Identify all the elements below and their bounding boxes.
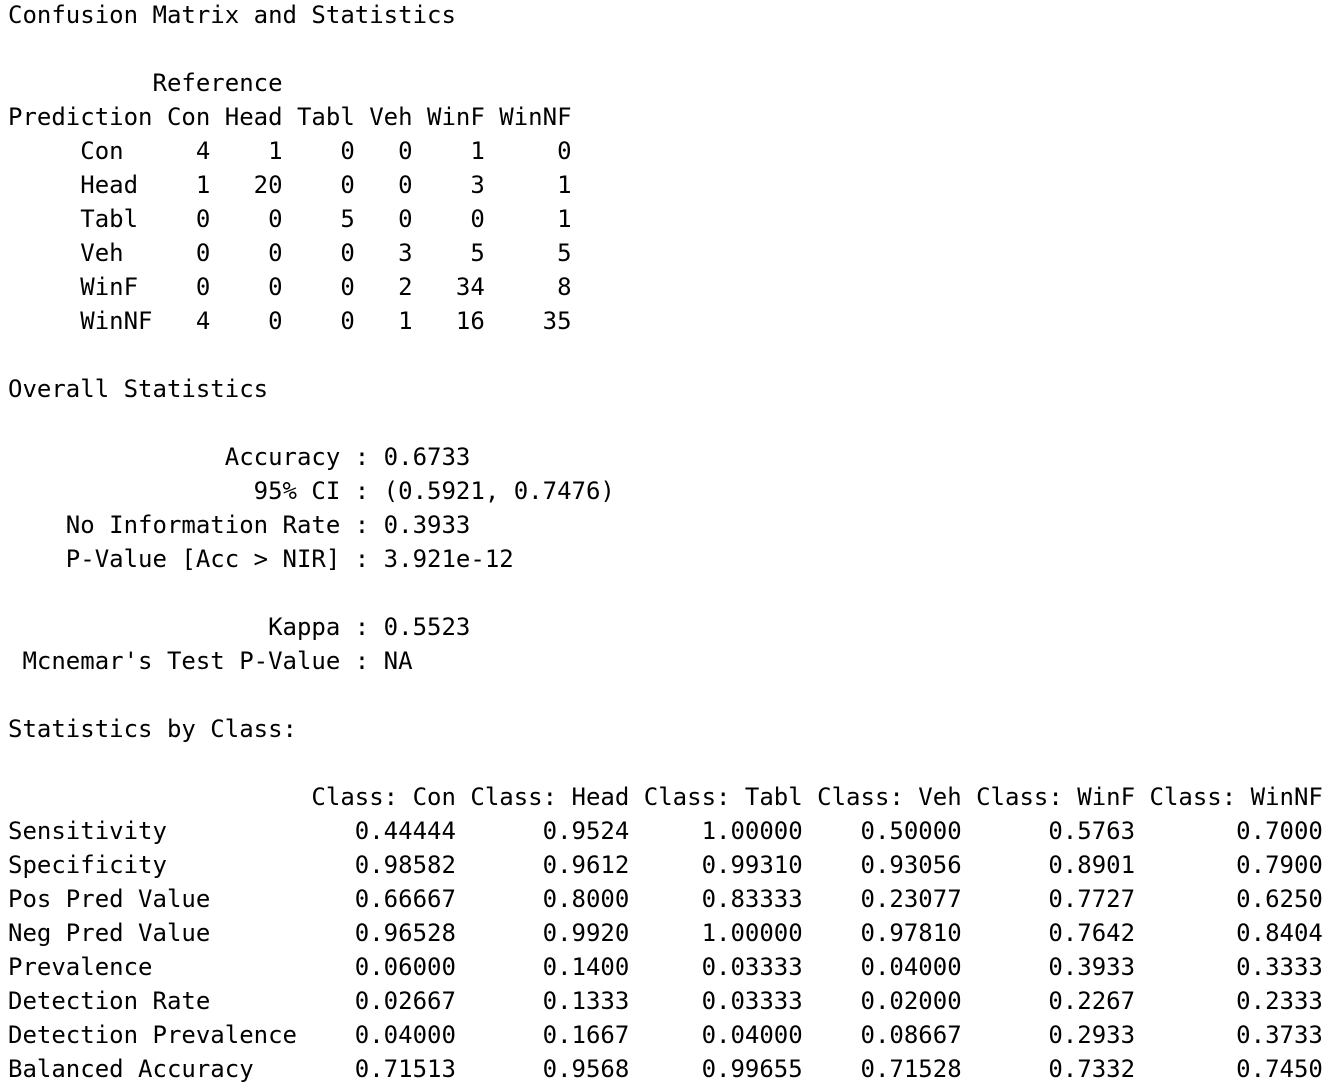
- class-stats-row-specificity: Specificity 0.98582 0.9612 0.99310 0.930…: [8, 851, 1323, 879]
- matrix-row-winnf: WinNF 4 0 0 1 16 35: [8, 307, 572, 335]
- stat-accuracy: Accuracy : 0.6733: [8, 443, 471, 471]
- reference-label: Reference: [8, 69, 283, 97]
- matrix-row-veh: Veh 0 0 0 3 5 5: [8, 239, 572, 267]
- class-stats-header-row: Class: Con Class: Head Class: Tabl Class…: [8, 783, 1323, 811]
- stat-no-information-rate: No Information Rate : 0.3933: [8, 511, 471, 539]
- matrix-row-winf: WinF 0 0 0 2 34 8: [8, 273, 572, 301]
- class-stats-row-pos-pred-value: Pos Pred Value 0.66667 0.8000 0.83333 0.…: [8, 885, 1323, 913]
- matrix-row-head: Head 1 20 0 0 3 1: [8, 171, 572, 199]
- matrix-row-con: Con 4 1 0 0 1 0: [8, 137, 572, 165]
- class-stats-row-balanced-accuracy: Balanced Accuracy 0.71513 0.9568 0.99655…: [8, 1055, 1323, 1083]
- stat-confidence-interval: 95% CI : (0.5921, 0.7476): [8, 477, 615, 505]
- section-title-confusion-matrix: Confusion Matrix and Statistics: [8, 1, 456, 29]
- class-stats-row-detection-prevalence: Detection Prevalence 0.04000 0.1667 0.04…: [8, 1021, 1323, 1049]
- class-stats-row-neg-pred-value: Neg Pred Value 0.96528 0.9920 1.00000 0.…: [8, 919, 1323, 947]
- stat-mcnemar-p-value: Mcnemar's Test P-Value : NA: [8, 647, 413, 675]
- stat-p-value-acc-nir: P-Value [Acc > NIR] : 3.921e-12: [8, 545, 514, 573]
- console-output: Confusion Matrix and Statistics Referenc…: [8, 0, 1323, 1086]
- class-stats-row-detection-rate: Detection Rate 0.02667 0.1333 0.03333 0.…: [8, 987, 1323, 1015]
- class-stats-row-sensitivity: Sensitivity 0.44444 0.9524 1.00000 0.500…: [8, 817, 1323, 845]
- matrix-row-tabl: Tabl 0 0 5 0 0 1: [8, 205, 572, 233]
- section-title-overall-statistics: Overall Statistics: [8, 375, 269, 403]
- class-stats-row-prevalence: Prevalence 0.06000 0.1400 0.03333 0.0400…: [8, 953, 1323, 981]
- stat-kappa: Kappa : 0.5523: [8, 613, 471, 641]
- section-title-statistics-by-class: Statistics by Class:: [8, 715, 297, 743]
- matrix-header-row: Prediction Con Head Tabl Veh WinF WinNF: [8, 103, 572, 131]
